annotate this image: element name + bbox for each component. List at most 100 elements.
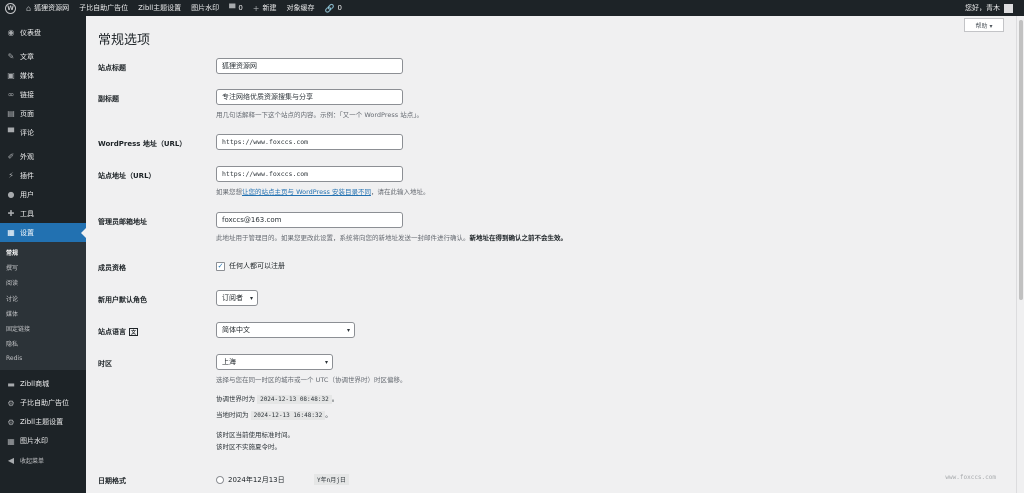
timezone-description: 选择与您在同一时区的城市或一个 UTC（协调世界时）时区偏移。 [216, 376, 407, 384]
comment-icon: ▀ [7, 128, 15, 137]
site-name-label: 狐狸资源网 [34, 4, 70, 12]
watermark-link[interactable]: 图片水印 [186, 0, 224, 16]
admin-email-input[interactable]: foxccs@163.com [216, 212, 403, 228]
sidebar-item-plugins[interactable]: ⚡ 插件 [0, 166, 86, 185]
pin-icon: ✎ [7, 52, 15, 61]
theme-settings-link[interactable]: Zibll主题设置 [133, 0, 186, 16]
user-icon: ● [7, 190, 15, 199]
comments-count: 0 [238, 4, 243, 12]
collapse-icon: ◀ [7, 455, 15, 465]
date-format-option: 2024年12月13日 [228, 475, 285, 484]
chevron-down-icon: ▾ [249, 295, 253, 302]
media-icon: ▣ [7, 71, 15, 80]
ad-link[interactable]: 子比自助广告位 [74, 0, 133, 16]
links-count: 0 [337, 4, 342, 12]
local-time-line: 当地时间为 2024-12-13 16:48:32。 [216, 411, 332, 420]
date-format-radio[interactable] [216, 475, 224, 484]
object-cache-link[interactable]: 对象缓存 [281, 0, 319, 16]
sidebar-item-dashboard[interactable]: ◉ 仪表盘 [0, 23, 86, 42]
site-language-value: 简体中文 [222, 326, 250, 334]
sidebar-item-settings[interactable]: ▦ 设置 [0, 223, 86, 242]
my-account-link[interactable]: 您好，青木 [960, 0, 1024, 16]
admin-email-desc-text: 此地址用于管理目的。如果您更改此设置，系统将向您的新地址发送一封邮件进行确认。 [216, 234, 470, 242]
admin-email-label: 管理员邮箱地址 [98, 218, 147, 226]
gear-icon: ⚙ [7, 417, 15, 427]
sidebar-item-zibll-theme[interactable]: ⚙ Zibll主题设置 [0, 413, 86, 432]
submenu-discussion[interactable]: 讨论 [0, 291, 86, 306]
wordpress-logo-icon: W [5, 2, 16, 14]
help-button[interactable]: 帮助 ▾ [964, 18, 1004, 32]
local-time-prefix: 当地时间为 [216, 411, 249, 419]
membership-checkbox-label: 任何人都可以注册 [229, 262, 285, 270]
link-icon: 🔗 [324, 3, 335, 13]
utc-time-prefix: 协调世界时为 [216, 395, 255, 403]
site-language-select[interactable]: 简体中文 ▾ [216, 322, 355, 338]
date-format-label: 日期格式 [98, 477, 126, 485]
sidebar-item-label: Zibll商城 [20, 380, 50, 388]
site-language-label: 站点语言文 [98, 327, 208, 337]
main-content: 帮助 ▾ 常规选项 站点标题 狐狸资源网 副标题 专注网络优质资源搜集与分享 用… [86, 16, 1016, 493]
settings-icon: ▦ [7, 228, 15, 237]
default-role-select[interactable]: 订阅者 ▾ [216, 290, 258, 306]
timezone-select[interactable]: 上海 ▾ [216, 354, 333, 370]
admin-email-desc-bold: 新地址在得到确认之前不会生效。 [469, 234, 568, 242]
watermark-label: 图片水印 [191, 4, 220, 12]
site-language-label-text: 站点语言 [98, 328, 126, 336]
collapse-menu-button[interactable]: ◀ 收起菜单 [0, 451, 86, 470]
utc-time-line: 协调世界时为 2024-12-13 08:48:32。 [216, 395, 339, 404]
page-scrollbar[interactable] [1016, 16, 1024, 493]
sidebar-item-label: Zibll主题设置 [20, 418, 64, 426]
submenu-redis[interactable]: Redis [0, 351, 86, 366]
wp-logo-menu[interactable]: W [0, 0, 21, 16]
sidebar-item-posts[interactable]: ✎ 文章 [0, 47, 86, 66]
sidebar-item-tools[interactable]: ✚ 工具 [0, 204, 86, 223]
site-name-link[interactable]: ⌂ 狐狸资源网 [21, 0, 74, 16]
membership-checkbox[interactable]: ✓ [216, 261, 225, 271]
membership-label: 成员资格 [98, 264, 126, 272]
sidebar-item-label: 外观 [20, 152, 34, 161]
ad-label: 子比自助广告位 [79, 4, 129, 12]
site-url-help-link[interactable]: 让您的站点主页与 WordPress 安装目录不同 [242, 188, 371, 196]
plus-icon: + [252, 3, 260, 13]
sidebar-item-watermark[interactable]: ▦ 图片水印 [0, 432, 86, 451]
sidebar-item-label: 工具 [20, 209, 34, 218]
links-link[interactable]: 🔗 0 [319, 0, 346, 16]
chevron-down-icon: ▾ [324, 359, 328, 366]
submenu-reading[interactable]: 阅读 [0, 275, 86, 290]
site-url-desc-pre: 如果您想 [216, 188, 242, 196]
sidebar-item-comments[interactable]: ▀ 评论 [0, 123, 86, 142]
sidebar-item-label: 文章 [20, 52, 34, 61]
scrollbar-thumb[interactable] [1019, 20, 1023, 300]
sidebar-item-media[interactable]: ▣ 媒体 [0, 66, 86, 85]
submenu-general[interactable]: 常规 [0, 245, 86, 260]
brush-icon: ✐ [7, 152, 15, 161]
wp-url-input[interactable]: https://www.foxccs.com [216, 134, 403, 150]
sidebar-item-zibll-shop[interactable]: ▬ Zibll商城 [0, 375, 86, 394]
site-title-input[interactable]: 狐狸资源网 [216, 58, 403, 74]
submenu-permalinks[interactable]: 固定链接 [0, 321, 86, 336]
timezone-label: 时区 [98, 360, 112, 368]
chevron-down-icon: ▾ [346, 327, 350, 334]
home-icon: ⌂ [26, 3, 32, 13]
submenu-privacy[interactable]: 隐私 [0, 336, 86, 351]
watermark-text: www.foxccs.com [945, 474, 996, 481]
new-content-link[interactable]: + 新建 [248, 0, 282, 16]
comment-icon: ▀ [229, 3, 236, 13]
comments-link[interactable]: ▀ 0 [224, 0, 248, 16]
submenu-media[interactable]: 媒体 [0, 306, 86, 321]
submenu-writing[interactable]: 撰写 [0, 260, 86, 275]
tagline-input[interactable]: 专注网络优质资源搜集与分享 [216, 89, 403, 105]
sidebar-item-ad[interactable]: ⚙ 子比自助广告位 [0, 394, 86, 413]
sidebar-item-links[interactable]: ∞ 链接 [0, 85, 86, 104]
plugin-icon: ⚡ [8, 171, 14, 180]
sidebar-item-appearance[interactable]: ✐ 外观 [0, 147, 86, 166]
site-url-input[interactable]: https://www.foxccs.com [216, 166, 403, 182]
wp-url-label: WordPress 地址（URL） [98, 140, 187, 148]
sidebar-item-users[interactable]: ● 用户 [0, 185, 86, 204]
cart-icon: ▬ [7, 379, 15, 389]
sidebar-item-pages[interactable]: ▤ 页面 [0, 104, 86, 123]
link-icon: ∞ [7, 90, 15, 99]
sidebar-item-label: 评论 [20, 128, 34, 137]
translation-icon: 文 [129, 328, 138, 336]
image-icon: ▦ [7, 436, 15, 446]
